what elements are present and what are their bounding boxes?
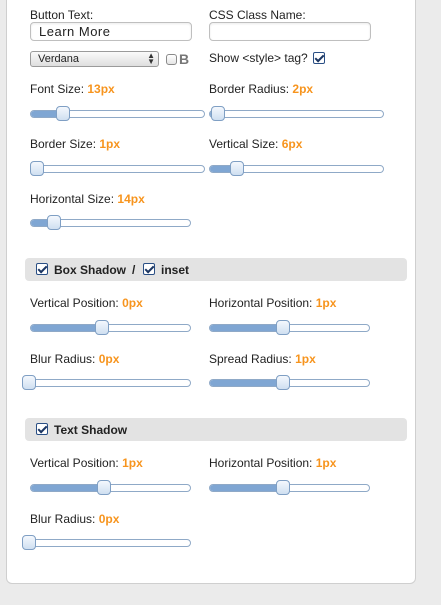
text-horizontal-position-text: Horizontal Position: [209,456,313,470]
box-blur-radius-text: Blur Radius: [30,352,96,366]
horizontal-size-text: Horizontal Size: [30,192,115,206]
inset-checkbox[interactable] [143,263,155,275]
bold-toggle[interactable]: B [166,51,189,67]
box-spread-radius-value: 1px [295,352,316,366]
text-vertical-position-slider[interactable] [30,480,191,496]
bold-label: B [179,51,190,67]
vertical-size-value: 6px [281,137,303,151]
slider-handle[interactable] [276,320,291,335]
slider-handle[interactable] [210,106,225,121]
box-horizontal-position-slider[interactable] [209,320,370,336]
vertical-size-text: Vertical Size: [209,137,279,151]
show-style-checkbox[interactable] [313,52,325,64]
box-blur-radius-label: Blur Radius: 0px [30,352,119,366]
box-shadow-title: Box Shadow [54,263,127,277]
slider-handle[interactable] [47,215,62,230]
slider-handle[interactable] [56,106,71,121]
slider-handle[interactable] [95,320,110,335]
button-text-label: Button Text: [30,8,94,22]
slider-handle[interactable] [276,480,291,495]
font-size-text: Font Size: [30,82,85,96]
border-size-slider[interactable] [30,161,205,177]
text-horizontal-position-slider[interactable] [209,480,370,496]
box-vertical-position-slider[interactable] [30,320,191,336]
border-size-label: Border Size: 1px [30,137,120,151]
slider-track [30,324,191,332]
box-vertical-position-label: Vertical Position: 0px [30,296,143,310]
box-spread-radius-slider[interactable] [209,375,370,391]
select-arrows-icon: ▲ ▼ [147,51,155,66]
box-vertical-position-text: Vertical Position: [30,296,119,310]
slider-handle[interactable] [230,161,244,176]
text-horizontal-position-value: 1px [315,456,337,470]
css-class-input[interactable] [209,22,371,41]
font-size-value: 13px [87,82,115,96]
text-blur-radius-label: Blur Radius: 0px [30,512,119,526]
slider-handle[interactable] [276,375,291,390]
slider-fill [210,380,285,386]
text-shadow-checkbox[interactable] [36,423,48,435]
slider-fill [210,485,285,491]
text-vertical-position-label: Vertical Position: 1px [30,456,143,470]
text-vertical-position-value: 1px [122,456,143,470]
text-shadow-section-header: Text Shadow [25,418,407,441]
font-size-label: Font Size: 13px [30,82,115,96]
box-blur-radius-value: 0px [98,352,120,366]
vertical-size-slider[interactable] [209,161,384,177]
slider-track [22,539,191,547]
box-shadow-separator: / [132,263,136,277]
slider-fill [210,325,285,331]
border-radius-text: Border Radius: [209,82,290,96]
border-size-text: Border Size: [30,137,97,151]
horizontal-size-value: 14px [117,192,145,206]
box-horizontal-position-value: 1px [315,296,337,310]
slider-handle[interactable] [30,161,44,176]
text-vertical-position-text: Vertical Position: [30,456,119,470]
inset-label: inset [161,263,190,277]
font-size-slider[interactable] [30,106,205,122]
vertical-size-label: Vertical Size: 6px [209,137,302,151]
text-shadow-title: Text Shadow [54,423,128,437]
box-horizontal-position-label: Horizontal Position: 1px [209,296,336,310]
text-blur-radius-value: 0px [98,512,120,526]
box-shadow-section-header: Box Shadow / inset [25,258,407,281]
button-text-input[interactable]: Learn More [30,22,192,41]
horizontal-size-slider[interactable] [30,215,191,231]
slider-handle[interactable] [97,480,112,495]
border-radius-value: 2px [292,82,314,96]
text-horizontal-position-label: Horizontal Position: 1px [209,456,336,470]
show-style-label: Show <style> tag? [209,51,308,65]
slider-track [30,165,205,173]
box-spread-radius-label: Spread Radius: 1px [209,352,316,366]
bold-checkbox[interactable] [166,53,177,65]
box-blur-radius-slider[interactable] [22,375,191,391]
horizontal-size-label: Horizontal Size: 14px [30,192,145,206]
slider-fill [31,485,106,491]
slider-track [22,379,191,387]
box-horizontal-position-text: Horizontal Position: [209,296,313,310]
border-radius-slider[interactable] [209,106,384,122]
text-blur-radius-text: Blur Radius: [30,512,96,526]
font-family-select[interactable]: Verdana ▲ ▼ [30,51,159,67]
border-size-value: 1px [99,137,121,151]
box-vertical-position-value: 0px [122,296,143,310]
font-family-value: Verdana [38,53,79,65]
css-class-label: CSS Class Name: [209,8,306,22]
border-radius-label: Border Radius: 2px [209,82,313,96]
box-shadow-checkbox[interactable] [36,263,48,275]
slider-track [209,110,384,118]
slider-fill [31,325,104,331]
box-spread-radius-text: Spread Radius: [209,352,292,366]
slider-handle[interactable] [22,535,36,550]
text-blur-radius-slider[interactable] [22,535,191,551]
slider-handle[interactable] [22,375,36,390]
